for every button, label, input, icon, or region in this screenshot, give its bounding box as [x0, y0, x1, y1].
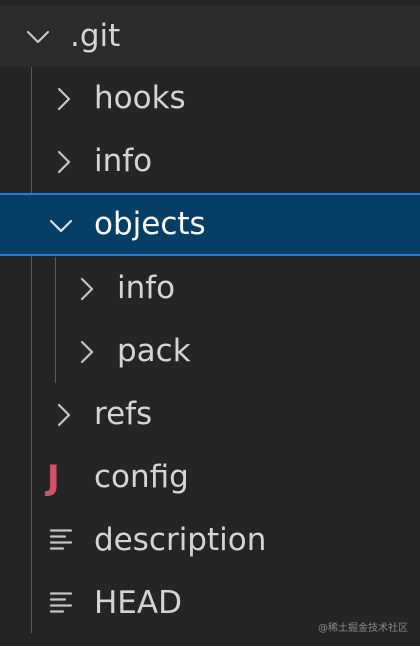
- watermark: @稀土掘金技术社区: [318, 623, 408, 634]
- chevron-right-icon: [52, 403, 76, 427]
- tree-item-objects[interactable]: objects: [0, 193, 420, 256]
- text-lines-icon: [49, 572, 75, 635]
- chevron-right-icon: [52, 87, 76, 111]
- tree-item-label: info: [117, 270, 176, 306]
- tree-item-config[interactable]: J config: [0, 446, 420, 509]
- tree-item-label: objects: [94, 206, 206, 242]
- tree-item-refs[interactable]: refs: [0, 383, 420, 446]
- tree-item-label: .git: [70, 18, 121, 54]
- tree-item-hooks[interactable]: hooks: [0, 67, 420, 130]
- tree-item-label: description: [94, 522, 267, 558]
- tree-item-label: pack: [117, 333, 191, 369]
- tree-item-label: info: [94, 143, 153, 179]
- java-file-icon: J: [47, 457, 60, 498]
- tree-item-label: config: [94, 459, 189, 495]
- tree-item-label: hooks: [94, 80, 186, 116]
- tree-item-label: refs: [94, 396, 153, 432]
- tree-item-description[interactable]: description: [0, 509, 420, 572]
- text-lines-icon: [49, 509, 75, 572]
- chevron-down-icon: [49, 213, 73, 237]
- chevron-right-icon: [75, 277, 99, 301]
- tree-item-root-git[interactable]: .git: [0, 5, 420, 67]
- chevron-right-icon: [75, 340, 99, 364]
- file-explorer-tree: .git hooks info objects info pack refs J…: [0, 0, 420, 646]
- tree-item-pack[interactable]: pack: [0, 320, 420, 383]
- chevron-right-icon: [52, 150, 76, 174]
- tree-item-info[interactable]: info: [0, 130, 420, 193]
- chevron-down-icon: [26, 24, 50, 48]
- tree-item-label: HEAD: [94, 585, 182, 621]
- tree-item-objects-info[interactable]: info: [0, 257, 420, 320]
